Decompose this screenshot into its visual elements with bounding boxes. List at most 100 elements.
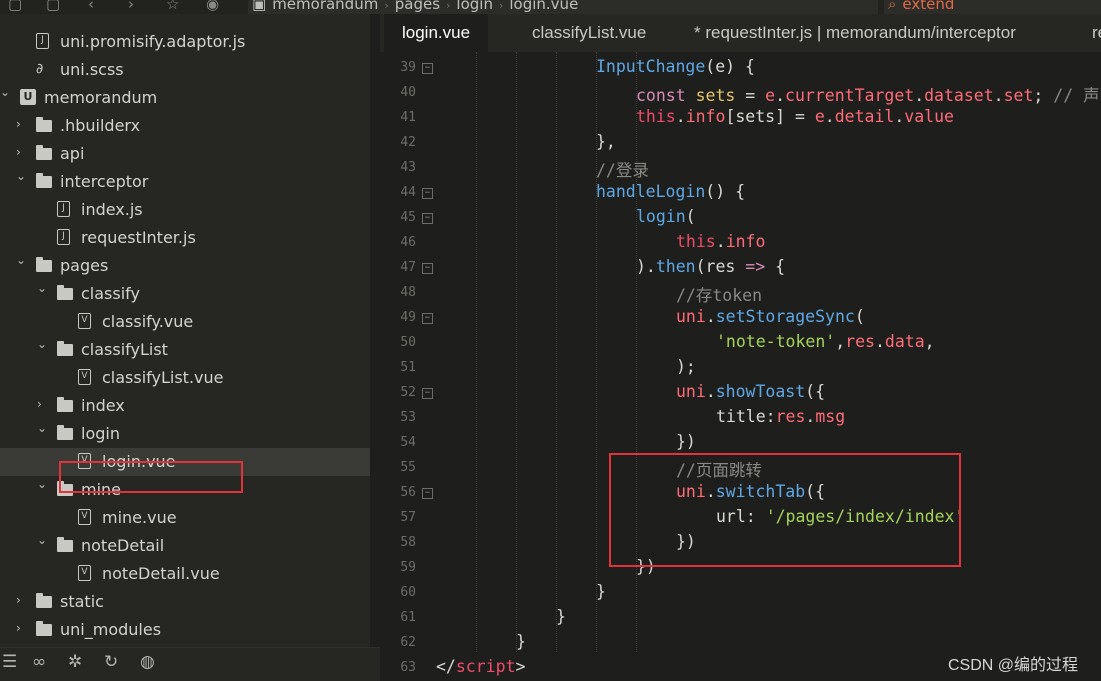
chevron-down-icon[interactable]: ⌄ <box>16 169 28 183</box>
tree-folder-item[interactable]: ⌄ interceptor <box>0 168 370 196</box>
back-icon[interactable]: ‹ <box>88 0 94 13</box>
files-icon[interactable]: ▢ <box>8 0 22 13</box>
tree-project-item[interactable]: ⌄ Umemorandum <box>0 84 370 112</box>
fold-toggle-icon[interactable]: − <box>422 263 433 274</box>
tree-folder-item[interactable]: ⌄ noteDetail <box>0 532 370 560</box>
tree-file-item[interactable]: Vmine.vue <box>0 504 370 532</box>
tree-item-label: index.js <box>81 200 143 219</box>
tree-folder-item[interactable]: ⌄ classifyList <box>0 336 370 364</box>
chevron-right-icon: › <box>384 0 389 12</box>
chevron-right-icon[interactable]: › <box>16 593 28 607</box>
star-icon[interactable]: ☆ <box>166 0 179 13</box>
chevron-down-icon[interactable]: ⌄ <box>16 253 28 267</box>
forward-icon[interactable]: › <box>128 0 134 13</box>
fold-toggle-icon[interactable]: − <box>422 313 433 324</box>
tree-item-label: classifyList <box>81 340 168 359</box>
line-number: 42 <box>400 135 416 150</box>
tree-folder-item[interactable]: › .hbuilderx <box>0 112 370 140</box>
chevron-down-icon[interactable]: ⌄ <box>37 281 49 295</box>
tab-active[interactable]: login.vue <box>384 14 489 52</box>
folder-icon <box>57 537 73 552</box>
binoculars-icon[interactable]: ∞ <box>32 652 46 672</box>
fold-toggle-icon[interactable]: − <box>422 213 433 224</box>
code-token: handleLogin <box>596 182 706 201</box>
code-line: this.info <box>676 232 765 251</box>
line-number: 45 <box>400 210 416 225</box>
bug-icon[interactable]: ✲ <box>68 652 82 672</box>
chevron-right-icon[interactable]: › <box>37 397 49 411</box>
chevron-down-icon[interactable]: ⌄ <box>0 85 12 99</box>
fold-toggle-icon[interactable]: − <box>422 63 433 74</box>
breadcrumb-item[interactable]: pages <box>395 0 440 13</box>
tree-file-item[interactable]: JrequestInter.js <box>0 224 370 252</box>
code-line: }) <box>676 432 696 451</box>
breadcrumb-item[interactable]: memorandum <box>272 0 378 13</box>
code-token: }, <box>596 132 616 151</box>
save-icon[interactable]: ▢ <box>46 0 60 13</box>
code-token: ; <box>1033 86 1054 105</box>
tree-folder-item[interactable]: ⌄ classify <box>0 280 370 308</box>
code-token: }) <box>676 432 696 451</box>
code-token: sets <box>695 86 736 105</box>
tab[interactable]: re <box>1074 14 1101 52</box>
code-token: , <box>924 332 935 351</box>
code-token: </ <box>436 657 456 676</box>
line-number: 58 <box>400 535 416 550</box>
tree-folder-item[interactable]: › uni_modules <box>0 616 370 644</box>
chevron-down-icon[interactable]: ⌄ <box>37 477 49 491</box>
code-token: . <box>824 107 835 126</box>
code-editor[interactable]: 39− InputChange(e) {40 const sets = e.curr… <box>380 52 1101 680</box>
code-token: , <box>835 332 846 351</box>
chevron-right-icon[interactable]: › <box>16 621 28 635</box>
tree-item-label: requestInter.js <box>81 228 196 247</box>
code-token: . <box>914 86 925 105</box>
tab[interactable]: classifyList.vue <box>514 14 664 52</box>
code-token: } <box>556 607 566 626</box>
tree-folder-item[interactable]: › static <box>0 588 370 616</box>
chevron-right-icon[interactable]: › <box>16 145 28 159</box>
tree-file-item[interactable]: ∂ uni.scss <box>0 56 370 84</box>
tree-folder-item[interactable]: › api <box>0 140 370 168</box>
code-token: uni <box>676 382 706 401</box>
run-icon[interactable]: ◉ <box>206 0 219 13</box>
code-line: login( <box>636 207 696 226</box>
tree-file-item[interactable]: Juni.promisify.adaptor.js <box>0 28 370 56</box>
tree-file-item[interactable]: Jindex.js <box>0 196 370 224</box>
code-token: res <box>775 407 806 426</box>
tab[interactable]: * requestInter.js | memorandum/intercept… <box>676 14 1034 52</box>
tree-item-label: login <box>81 424 120 443</box>
file-glyph: V <box>81 315 88 325</box>
tree-file-item[interactable]: VnoteDetail.vue <box>0 560 370 588</box>
fold-toggle-icon[interactable]: − <box>422 488 433 499</box>
tree-folder-item[interactable]: › index <box>0 392 370 420</box>
tree-item-label: noteDetail <box>81 536 165 555</box>
tree-folder-item[interactable]: ⌄ login <box>0 420 370 448</box>
search-input[interactable]: ⌕ extend <box>884 0 1101 14</box>
code-token: e <box>814 107 825 126</box>
globe-icon[interactable]: ◍ <box>140 652 155 672</box>
fold-toggle-icon[interactable]: − <box>422 188 433 199</box>
code-token: res <box>845 332 875 351</box>
code-token: showToast <box>715 382 806 401</box>
tree-file-item[interactable]: VclassifyList.vue <box>0 364 370 392</box>
code-token: . <box>775 86 786 105</box>
line-number: 39 <box>400 60 416 75</box>
folder-icon <box>57 425 73 440</box>
chevron-down-icon[interactable]: ⌄ <box>37 421 49 435</box>
code-token: (res <box>695 257 746 276</box>
refresh-icon[interactable]: ↻ <box>104 652 118 672</box>
line-number: 52 <box>400 385 416 400</box>
line-number: 54 <box>400 435 416 450</box>
chevron-right-icon[interactable]: › <box>16 117 28 131</box>
tree-folder-item[interactable]: ⌄ pages <box>0 252 370 280</box>
code-token: script <box>455 657 516 676</box>
breadcrumb-item[interactable]: login.vue <box>509 0 578 13</box>
code-token: ); <box>676 357 696 376</box>
tree-file-item[interactable]: Vclassify.vue <box>0 308 370 336</box>
chevron-down-icon[interactable]: ⌄ <box>37 337 49 351</box>
code-token: => <box>745 257 766 276</box>
breadcrumb-item[interactable]: login <box>456 0 493 13</box>
chevron-down-icon[interactable]: ⌄ <box>37 533 49 547</box>
list-icon[interactable]: ☰ <box>2 652 17 672</box>
fold-toggle-icon[interactable]: − <box>422 388 433 399</box>
